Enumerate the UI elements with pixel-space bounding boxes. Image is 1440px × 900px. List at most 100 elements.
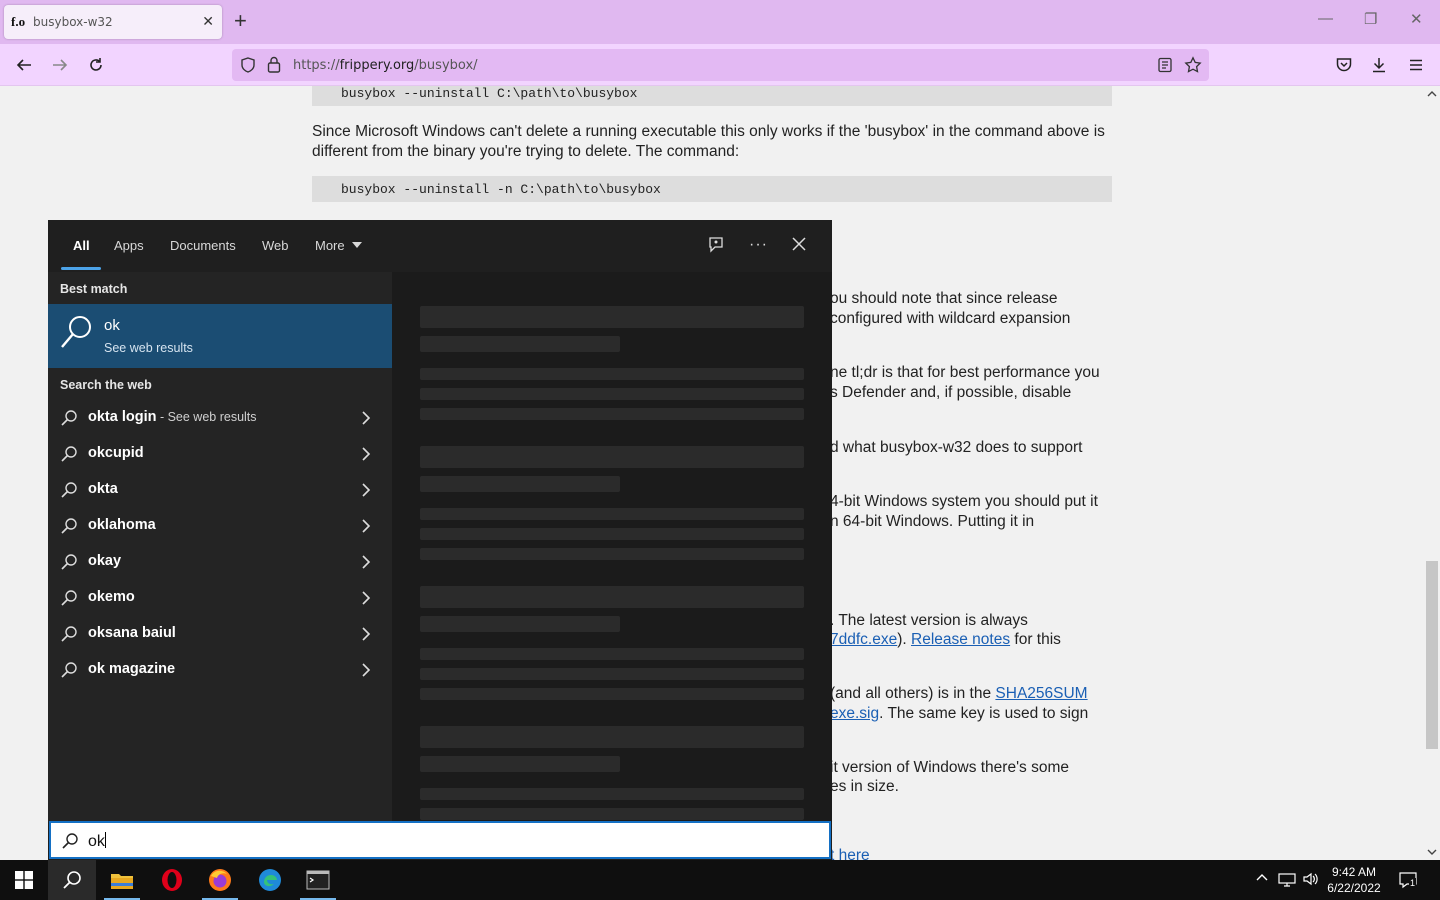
loading-placeholder	[420, 548, 804, 560]
web-suggestion-item[interactable]: okay	[48, 544, 392, 580]
star-icon[interactable]	[1184, 56, 1202, 79]
tab-all[interactable]: All	[73, 238, 90, 253]
suggestion-label: okay	[88, 553, 122, 569]
suggestion-suffix: - See web results	[156, 410, 257, 424]
chevron-right-icon[interactable]	[360, 446, 372, 467]
magnifier-icon	[60, 409, 78, 432]
suggestion-label: okcupid	[88, 445, 144, 461]
web-suggestion-item[interactable]: ok magazine	[48, 652, 392, 688]
chevron-right-icon[interactable]	[360, 410, 372, 431]
sha256sum-link[interactable]: SHA256SUM	[995, 685, 1087, 702]
chevron-right-icon[interactable]	[360, 590, 372, 611]
lock-icon[interactable]	[267, 56, 281, 78]
close-tab-icon[interactable]: ✕	[202, 13, 214, 30]
web-suggestion-item[interactable]: okcupid	[48, 436, 392, 472]
web-suggestion-item[interactable]: oksana baiul	[48, 616, 392, 652]
taskbar-clock[interactable]: 9:42 AM 6/22/2022	[1322, 864, 1386, 896]
tab-more-label: More	[315, 238, 345, 253]
file-explorer-taskbar-icon[interactable]	[98, 860, 146, 900]
web-suggestion-item[interactable]: okemo	[48, 580, 392, 616]
chevron-right-icon[interactable]	[360, 626, 372, 647]
feedback-icon[interactable]	[707, 236, 725, 259]
new-tab-button[interactable]: +	[234, 9, 247, 33]
download-link[interactable]: 7ddfc.exe	[830, 631, 897, 648]
volume-icon[interactable]	[1302, 870, 1320, 893]
chevron-right-icon[interactable]	[360, 554, 372, 575]
tab-more[interactable]: More	[315, 238, 363, 253]
magnifier-icon	[60, 481, 78, 504]
signature-link[interactable]: exe.sig	[830, 705, 879, 722]
start-button[interactable]	[0, 860, 48, 900]
loading-placeholder	[420, 508, 804, 520]
close-window-button[interactable]: ✕	[1410, 10, 1423, 28]
chevron-right-icon[interactable]	[360, 518, 372, 539]
minimize-window-button[interactable]: —	[1318, 10, 1333, 27]
text: . The same key is used to sign	[879, 705, 1089, 722]
web-suggestion-item[interactable]: oklahoma	[48, 508, 392, 544]
close-icon[interactable]	[791, 236, 807, 257]
scroll-down-icon[interactable]	[1427, 848, 1437, 856]
address-bar[interactable]: https://frippery.org/busybox/	[232, 49, 1209, 81]
download-icon[interactable]	[1367, 53, 1391, 77]
reload-icon[interactable]	[84, 53, 108, 77]
best-match-result[interactable]: ok See web results	[48, 304, 392, 368]
chevron-right-icon[interactable]	[360, 662, 372, 683]
clock-time: 9:42 AM	[1331, 865, 1377, 879]
web-suggestion-item[interactable]: okta login - See web results	[48, 400, 392, 436]
show-hidden-icons-chevron-icon[interactable]	[1255, 870, 1269, 889]
terminal-taskbar-icon[interactable]	[294, 860, 342, 900]
url-scheme: https://	[293, 58, 340, 73]
paragraph-fragment: n 64-bit Windows. Putting it in	[830, 513, 1035, 530]
loading-placeholder	[420, 586, 804, 608]
paragraph-fragment: es in size.	[830, 778, 899, 795]
forward-arrow-icon[interactable]	[48, 53, 72, 77]
url-text[interactable]: https://frippery.org/busybox/	[293, 58, 478, 73]
clock-date: 6/22/2022	[1327, 881, 1381, 895]
search-input[interactable]: ok	[49, 821, 831, 859]
search-filter-tabs: All Apps Documents Web More ···	[48, 220, 832, 272]
search-query[interactable]: ok	[88, 832, 106, 851]
loading-placeholder	[420, 648, 804, 660]
pocket-icon[interactable]	[1332, 53, 1356, 77]
tab-web[interactable]: Web	[262, 238, 289, 253]
back-arrow-icon[interactable]	[12, 53, 36, 77]
release-notes-link[interactable]: Release notes	[911, 631, 1010, 648]
tracking-shield-icon[interactable]	[240, 57, 256, 78]
network-icon[interactable]	[1278, 870, 1296, 893]
hamburger-menu-icon[interactable]	[1404, 53, 1428, 77]
restore-window-button[interactable]: ❐	[1364, 10, 1377, 28]
here-link[interactable]: t here	[830, 847, 870, 860]
reader-view-icon[interactable]	[1157, 57, 1173, 78]
tab-documents[interactable]: Documents	[170, 238, 236, 253]
web-suggestion-item[interactable]: okta	[48, 472, 392, 508]
magnifier-icon	[60, 625, 78, 648]
magnifier-icon	[60, 661, 78, 684]
caret-down-icon	[352, 242, 363, 248]
firefox-taskbar-icon[interactable]	[196, 860, 244, 900]
notifications-icon[interactable]: 1	[1398, 870, 1418, 895]
scrollbar-thumb[interactable]	[1426, 561, 1438, 749]
browser-nav-bar: https://frippery.org/busybox/	[0, 44, 1440, 86]
paragraph-fragment: it version of Windows there's some	[830, 759, 1069, 776]
best-match-subtitle: See web results	[104, 341, 193, 355]
loading-placeholder	[420, 388, 804, 400]
browser-tab-bar: f.o busybox-w32 ✕ + — ❐ ✕	[0, 0, 1440, 44]
suggestion-label: okta	[88, 481, 118, 497]
best-match-title: ok	[104, 317, 120, 334]
magnifier-icon	[60, 314, 94, 355]
chevron-right-icon[interactable]	[360, 482, 372, 503]
edge-taskbar-icon[interactable]	[246, 860, 294, 900]
loading-placeholder	[420, 808, 804, 820]
tab-apps[interactable]: Apps	[114, 238, 144, 253]
browser-tab[interactable]: f.o busybox-w32 ✕	[4, 5, 222, 39]
text: (and all others) is in the	[830, 685, 996, 702]
paragraph-fragment: configured with wildcard expansion	[830, 310, 1071, 327]
page-scrollbar[interactable]	[1424, 86, 1440, 860]
paragraph-fragment: t here	[830, 846, 870, 860]
more-options-icon[interactable]: ···	[749, 236, 768, 254]
scroll-up-icon[interactable]	[1427, 90, 1437, 98]
tab-title: busybox-w32	[33, 15, 113, 29]
taskbar-search-button[interactable]	[48, 860, 96, 900]
opera-taskbar-icon[interactable]	[148, 860, 196, 900]
loading-placeholder	[420, 688, 804, 700]
